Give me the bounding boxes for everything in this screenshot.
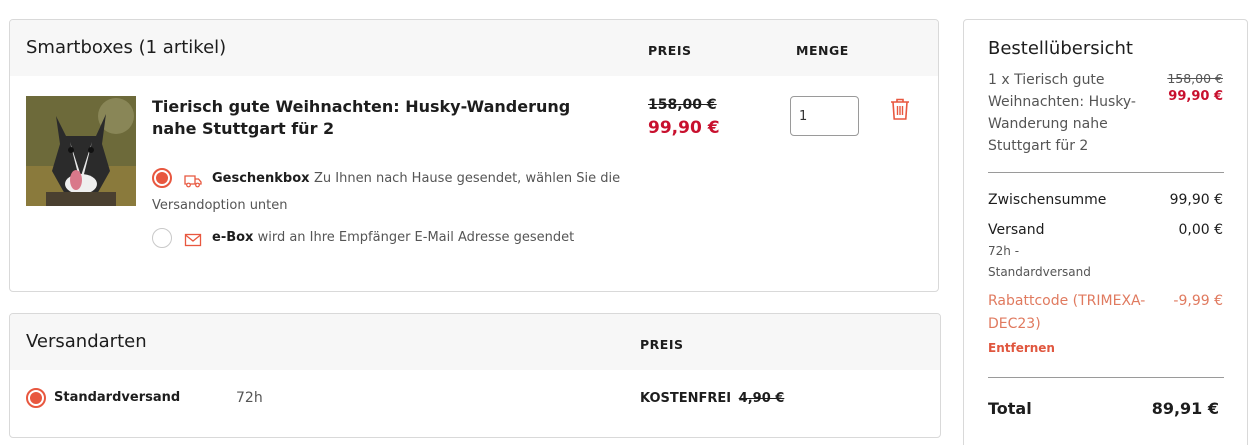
cart-card: Smartboxes (1 artikel) PREIS MENGE Tieri… <box>9 19 939 292</box>
ebox-label: e-Box <box>212 230 254 245</box>
standardversand-radio[interactable] <box>26 388 46 408</box>
envelope-icon <box>184 232 202 247</box>
discount-label-line-1: Rabattcode (TRIMEXA- <box>988 293 1146 309</box>
summary-item-description: 1 x Tierisch gute Weihnachten: Husky-Wan… <box>988 72 1136 154</box>
shipping-title: Versandarten <box>26 331 147 352</box>
discount-label-line-2: DEC23) <box>988 316 1041 332</box>
shipping-card: Versandarten PREIS Standardversand 72h K… <box>9 313 941 438</box>
product-new-price: 99,90 € <box>648 118 720 138</box>
remove-discount-link[interactable]: Entfernen <box>988 341 1055 355</box>
shipping-option-price: KOSTENFREI 4,90 € <box>640 391 784 406</box>
summary-divider <box>988 172 1224 173</box>
total-label: Total <box>988 399 1032 418</box>
shipping-price-column-header: PREIS <box>640 337 684 352</box>
shipping-free-label: KOSTENFREI <box>640 391 732 406</box>
cart-header: Smartboxes (1 artikel) PREIS MENGE <box>10 20 938 76</box>
product-image[interactable] <box>26 96 136 206</box>
shipping-old-price: 4,90 € <box>738 391 785 406</box>
summary-item-new-price: 99,90 € <box>1168 89 1223 104</box>
quantity-input[interactable] <box>790 96 859 136</box>
shipping-cost-value: 0,00 € <box>1178 222 1223 238</box>
shipping-cost-label: Versand <box>988 222 1045 238</box>
ebox-description: wird an Ihre Empfänger E-Mail Adresse ge… <box>257 230 575 245</box>
shipping-option-time: 72h <box>236 390 263 406</box>
shipping-option-name[interactable]: Standardversand <box>54 390 180 405</box>
subtotal-value: 99,90 € <box>1169 192 1223 208</box>
ebox-option[interactable]: e-Box wird an Ihre Empfänger E-Mail Adre… <box>212 224 574 251</box>
subtotal-label: Zwischensumme <box>988 192 1107 208</box>
trash-icon[interactable] <box>889 97 913 121</box>
total-value: 89,91 € <box>1151 399 1219 418</box>
product-name[interactable]: Tierisch gute Weihnachten: Husky-Wanderu… <box>152 96 592 140</box>
shipping-detail-line-2: Standardversand <box>988 265 1091 279</box>
summary-item-old-price: 158,00 € <box>1167 71 1223 86</box>
total-divider <box>988 377 1224 378</box>
order-summary-card: Bestellübersicht 1 x Tierisch gute Weihn… <box>963 19 1248 445</box>
shipping-header: Versandarten PREIS <box>10 314 940 370</box>
discount-value: -9,99 € <box>1173 293 1223 309</box>
ebox-radio[interactable] <box>152 228 172 248</box>
price-column-header: PREIS <box>648 43 692 58</box>
product-old-price: 158,00 € <box>648 97 717 113</box>
shipping-detail-line-1: 72h - <box>988 244 1020 258</box>
summary-title: Bestellübersicht <box>988 38 1133 59</box>
geschenkbox-description: Zu Ihnen nach Hause gesendet, wählen Sie… <box>152 171 621 213</box>
quantity-column-header: MENGE <box>796 43 849 58</box>
cart-title: Smartboxes (1 artikel) <box>26 37 227 58</box>
